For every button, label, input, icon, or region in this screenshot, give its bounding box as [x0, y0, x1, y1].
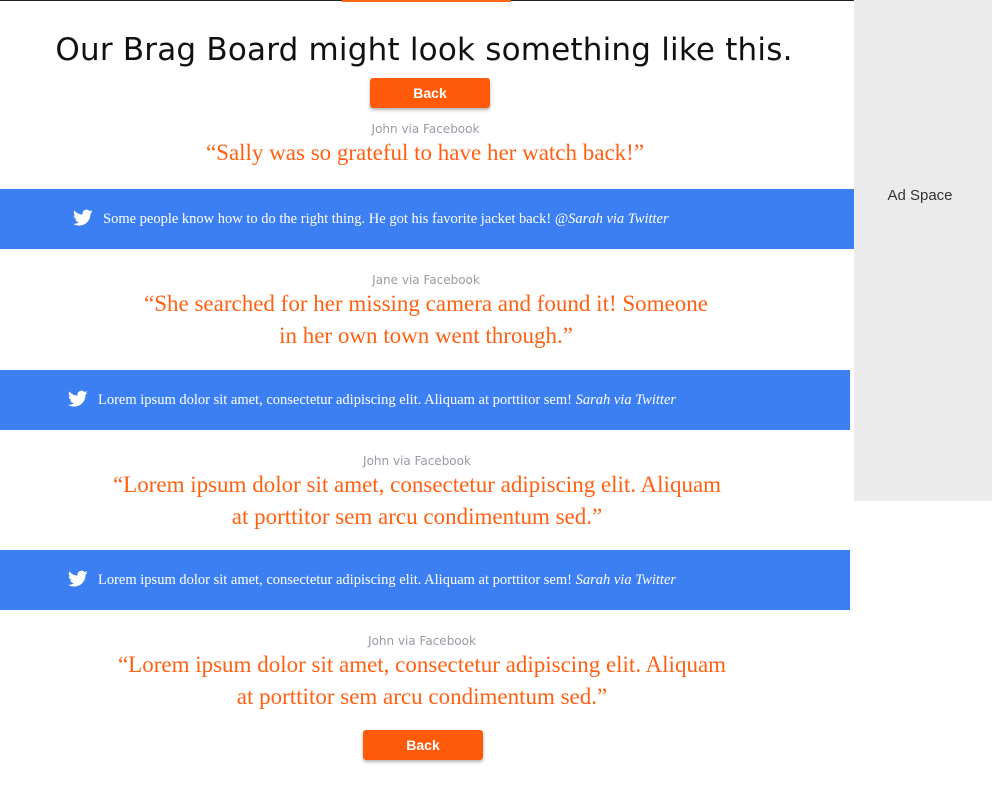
twitter-post: Lorem ipsum dolor sit amet, consectetur …	[0, 370, 850, 430]
post-source: John via Facebook	[368, 634, 476, 648]
tweet-author[interactable]: Sarah via Twitter	[568, 211, 668, 227]
tweet-body: Lorem ipsum dolor sit amet, consectetur …	[98, 571, 576, 588]
tweet-author[interactable]: Sarah via Twitter	[576, 392, 676, 408]
page-title: Our Brag Board might look something like…	[55, 32, 793, 68]
tweet-text: Lorem ipsum dolor sit amet, consectetur …	[98, 572, 676, 589]
twitter-bird-icon	[67, 390, 90, 410]
tweet-body: Some people know how to do the right thi…	[103, 210, 569, 227]
post-quote: “Sally was so grateful to have her watch…	[205, 140, 645, 165]
back-button-top[interactable]: Back	[370, 78, 490, 108]
post-source: John via Facebook	[371, 122, 480, 136]
facebook-post: Jane via Facebook “She searched for her …	[2, 272, 850, 352]
post-quote: “Lorem ipsum dolor sit amet, consectetur…	[112, 472, 722, 529]
twitter-bird-icon	[72, 209, 95, 229]
twitter-bird-icon	[67, 570, 90, 590]
tweet-text: Lorem ipsum dolor sit amet, consectetur …	[98, 392, 676, 409]
back-button-bottom[interactable]: Back	[363, 730, 483, 760]
tweet-author[interactable]: Sarah via Twitter	[576, 572, 676, 588]
post-source: John via Facebook	[363, 454, 471, 468]
facebook-post: John via Facebook “Lorem ipsum dolor sit…	[0, 633, 852, 713]
post-source: Jane via Facebook	[372, 273, 480, 287]
facebook-post: John via Facebook “Lorem ipsum dolor sit…	[0, 453, 852, 533]
twitter-post: Some people know how to do the right thi…	[0, 189, 855, 249]
post-quote: “She searched for her missing camera and…	[144, 291, 708, 348]
tweet-body: Lorem ipsum dolor sit amet, consectetur …	[98, 391, 576, 408]
ad-space[interactable]: Ad Space	[854, 0, 992, 501]
twitter-post: Lorem ipsum dolor sit amet, consectetur …	[0, 550, 850, 610]
facebook-post: John via Facebook “Sally was so grateful…	[0, 121, 850, 169]
post-quote: “Lorem ipsum dolor sit amet, consectetur…	[117, 652, 727, 709]
ad-space-label: Ad Space	[887, 187, 953, 204]
brag-board: Our Brag Board might look something like…	[0, 0, 855, 800]
tweet-text: Some people know how to do the right thi…	[103, 211, 669, 228]
